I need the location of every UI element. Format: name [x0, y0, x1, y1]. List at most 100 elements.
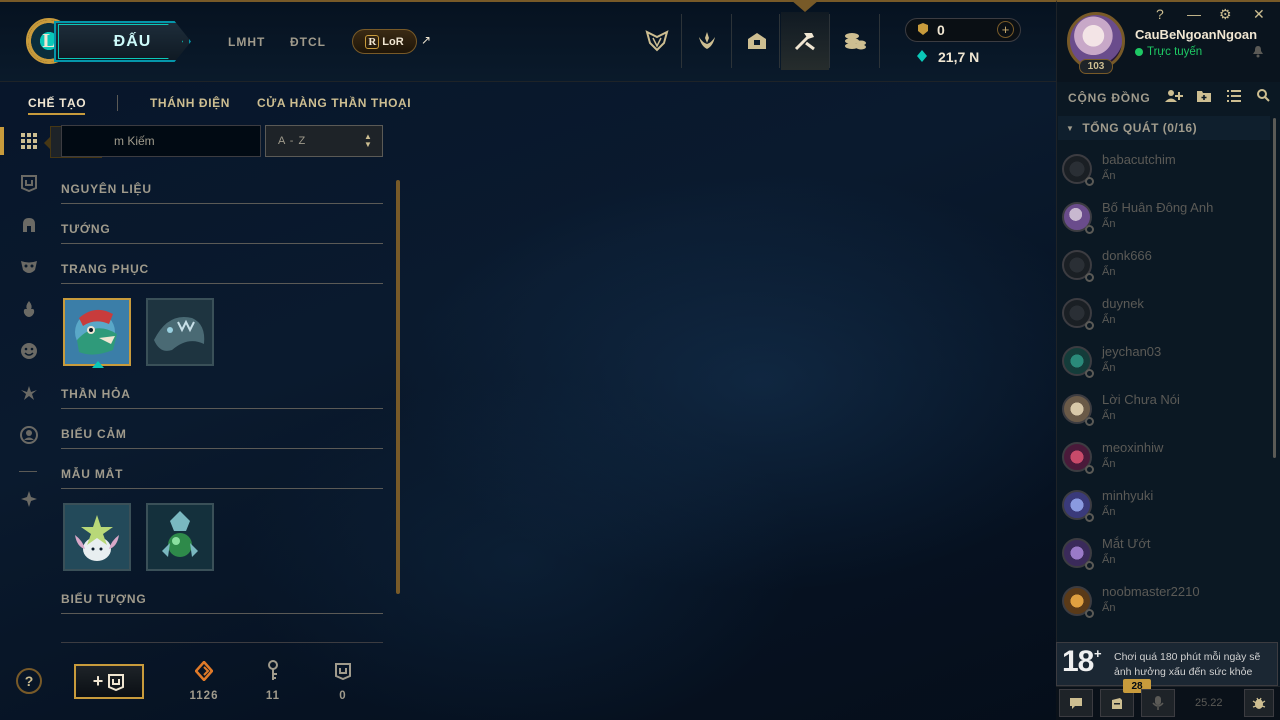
active-tab-underline — [28, 113, 85, 115]
section-skins[interactable]: TRANG PHỤC — [61, 262, 383, 284]
chat-button[interactable] — [1059, 689, 1093, 717]
ward-art-icon — [65, 505, 129, 569]
offline-status-icon — [1085, 609, 1094, 618]
tab-crafting[interactable]: CHẾ TẠO — [28, 96, 86, 110]
section-ward-skins[interactable]: MẪU MẮT — [61, 467, 383, 489]
friend-list-item[interactable]: jeychan03 Ẩn — [1062, 342, 1262, 386]
store-icon[interactable] — [831, 12, 879, 70]
add-folder-icon[interactable] — [1196, 89, 1212, 106]
age-warning-text: Chơi quá 180 phút mỗi ngày sẽ ảnh hưởng … — [1114, 651, 1261, 678]
settings-icon[interactable]: ⚙ — [1219, 6, 1232, 23]
friend-list-item[interactable]: minhyuki Ẩn — [1062, 486, 1262, 530]
rp-value: 0 — [937, 22, 945, 38]
notification-bell-icon[interactable] — [1252, 45, 1264, 61]
friend-list-item[interactable]: duynek Ẩn — [1062, 294, 1262, 338]
filter-eternals-icon[interactable] — [16, 380, 42, 406]
friend-list-item[interactable]: Bố Huân Đông Anh Ẩn — [1062, 198, 1262, 242]
craft-key-button[interactable]: + — [74, 664, 144, 699]
offline-status-icon — [1085, 465, 1094, 474]
clash-icon[interactable] — [633, 12, 681, 70]
section-materials[interactable]: NGUYÊN LIỆU — [61, 182, 383, 204]
skin-shard-tile[interactable] — [146, 298, 214, 366]
skin-shard-tile[interactable] — [63, 298, 131, 366]
friend-status: Ẩn — [1102, 554, 1116, 566]
help-button[interactable]: ? — [16, 668, 42, 694]
logo-letter: L — [42, 29, 56, 52]
ward-skin-tile[interactable] — [146, 503, 214, 571]
play-button[interactable]: ĐẤU — [54, 21, 191, 62]
friend-name: minhyuki — [1102, 488, 1154, 503]
ward-art-icon — [148, 505, 212, 569]
list-view-icon[interactable] — [1227, 89, 1241, 105]
section-eternals[interactable]: THẦN HỎA — [61, 387, 383, 409]
filter-misc-icon[interactable] — [16, 486, 42, 512]
key-fragment-count: 11 — [265, 690, 281, 702]
key-fragment-icon — [261, 659, 285, 683]
friend-name: duynek — [1102, 296, 1144, 311]
buy-rp-button[interactable]: + — [997, 21, 1014, 38]
section-emotes[interactable]: BIỂU CẢM — [61, 427, 383, 449]
loot-icon[interactable] — [733, 12, 781, 70]
friend-list-item[interactable]: meoxinhiw Ẩn — [1062, 438, 1262, 482]
filter-champions-icon[interactable] — [16, 212, 42, 238]
tab-sanctum[interactable]: THÁNH ĐIỆN — [150, 96, 230, 110]
tab-mythic-shop[interactable]: CỬA HÀNG THẦN THOẠI — [257, 96, 411, 110]
offline-status-icon — [1085, 369, 1094, 378]
craft-plus-label: + — [92, 671, 104, 691]
offline-status-icon — [1085, 273, 1094, 282]
friend-list-item[interactable]: Mắt Ướt Ẩn — [1062, 534, 1262, 578]
filter-skins-icon[interactable] — [16, 254, 42, 280]
missions-button[interactable] — [1100, 689, 1134, 717]
filter-ward-skins-icon[interactable] — [16, 296, 42, 322]
friend-list-item[interactable]: Lời Chưa Nói Ẩn — [1062, 390, 1262, 434]
lor-label: LoR — [382, 35, 404, 48]
nav-link-dtcl[interactable]: ĐTCL — [290, 35, 326, 49]
friend-name: babacutchim — [1102, 152, 1176, 167]
chest-count: 0 — [339, 690, 347, 702]
nav-link-lmht[interactable]: LMHT — [228, 35, 265, 49]
league-client-window: L ĐẤU LMHT ĐTCL R LoR ↗ 0 + 21,7 N 103 C… — [0, 0, 1280, 720]
chest-count-icon — [331, 659, 355, 683]
orange-essence-icon — [192, 659, 216, 683]
filter-icons-icon[interactable] — [16, 422, 42, 448]
friend-list-item[interactable]: donk666 Ẩn — [1062, 246, 1262, 290]
friend-status: Ẩn — [1102, 170, 1116, 182]
blue-essence-value: 21,7 N — [938, 49, 980, 65]
honor-icon[interactable] — [683, 12, 731, 70]
lor-button[interactable]: R LoR — [352, 29, 417, 54]
friends-scrollbar[interactable] — [1273, 118, 1276, 458]
offline-status-icon — [1085, 321, 1094, 330]
topbar-divider — [829, 14, 830, 68]
lor-logo-icon: R — [365, 34, 380, 49]
friend-status: Ẩn — [1102, 218, 1116, 230]
filter-materials-icon[interactable] — [16, 170, 42, 196]
ward-skin-tile[interactable] — [63, 503, 131, 571]
friend-status: Ẩn — [1102, 506, 1116, 518]
section-champions[interactable]: TƯỚNG — [61, 222, 383, 244]
external-link-icon: ↗ — [421, 33, 432, 47]
minimize-icon[interactable]: — — [1187, 6, 1201, 22]
friend-list-item[interactable]: babacutchim Ẩn — [1062, 150, 1262, 194]
crafting-icon[interactable] — [781, 12, 829, 70]
filter-emotes-icon[interactable] — [16, 338, 42, 364]
help-icon[interactable]: ? — [1156, 6, 1164, 22]
section-summoner-icons[interactable]: BIỂU TƯỢNG — [61, 592, 383, 614]
bug-report-button[interactable] — [1244, 689, 1274, 717]
friend-group-header[interactable]: ▼ TỔNG QUÁT (0/16) — [1058, 116, 1270, 140]
blue-essence-icon — [915, 49, 929, 66]
voice-button[interactable] — [1141, 689, 1175, 717]
skin-art-icon — [148, 300, 212, 364]
filter-all-icon[interactable] — [16, 128, 42, 154]
selected-item-caret — [92, 361, 104, 368]
search-icon[interactable] — [1257, 89, 1270, 105]
online-status[interactable]: Trực tuyến — [1135, 46, 1202, 58]
loot-list-scrollbar[interactable] — [396, 180, 400, 594]
friend-status: Ẩn — [1102, 458, 1116, 470]
search-input[interactable]: m Kiếm — [61, 125, 261, 157]
friend-list-item[interactable]: noobmaster2210 Ẩn — [1062, 582, 1262, 626]
close-icon[interactable]: ✕ — [1253, 6, 1265, 23]
add-friend-icon[interactable] — [1165, 89, 1183, 106]
username[interactable]: CauBeNgoanNgoan — [1135, 27, 1257, 42]
rp-icon — [916, 22, 930, 39]
offline-status-icon — [1085, 225, 1094, 234]
